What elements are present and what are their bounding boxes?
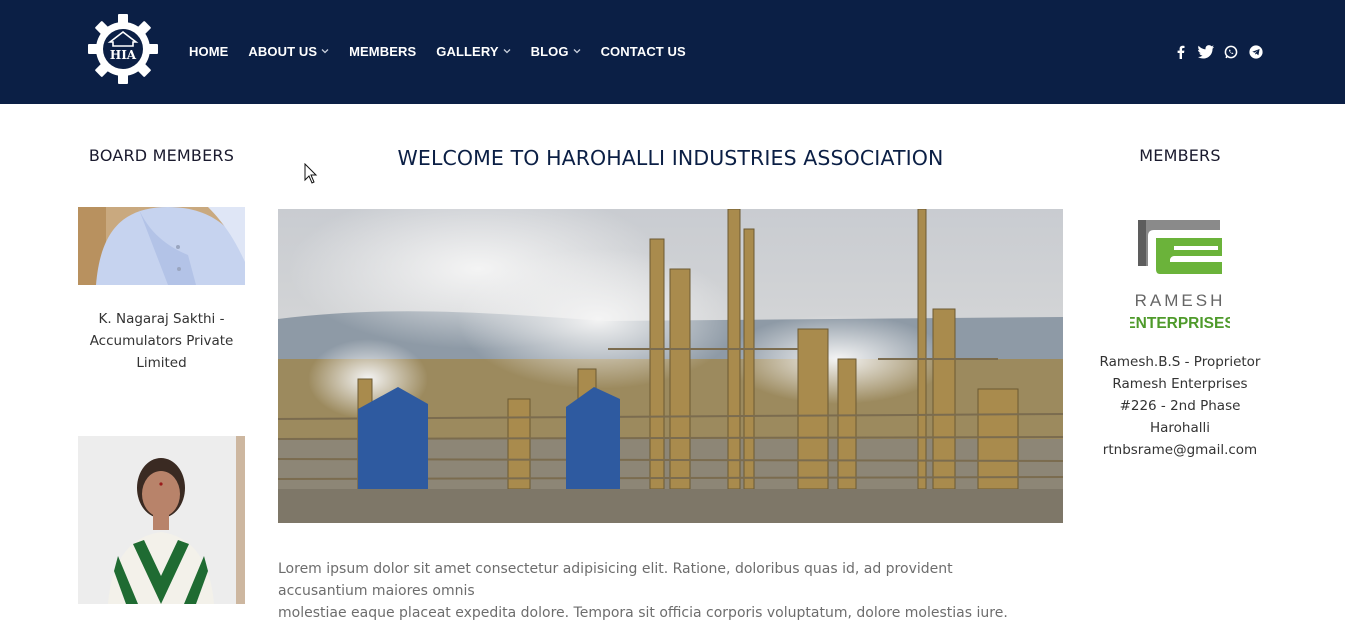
chevron-down-icon [321, 49, 329, 54]
member-details: Ramesh.B.S - Proprietor Ramesh Enterpris… [1090, 351, 1270, 461]
nav-blog[interactable]: BLOG [531, 42, 581, 60]
page-title: WELCOME TO HAROHALLI INDUSTRIES ASSOCIAT… [397, 146, 944, 170]
intro-line-2: molestiae eaque placeat expedita dolore.… [278, 605, 1008, 621]
site-header: HIA HOME ABOUT US MEMBERS GALLERY BLOG C… [0, 0, 1345, 104]
member-address: #226 - 2nd Phase Harohalli [1119, 398, 1241, 436]
nav-contact-us-label: CONTACT US [600, 43, 686, 59]
intro-paragraph: Lorem ipsum dolor sit amet consectetur a… [278, 558, 1038, 621]
social-links [1172, 43, 1264, 60]
member-email[interactable]: rtnbsrame@gmail.com [1090, 439, 1270, 461]
nav-gallery-label: GALLERY [436, 43, 499, 59]
twitter-icon[interactable] [1197, 43, 1214, 60]
main-nav: HOME ABOUT US MEMBERS GALLERY BLOG CONTA… [189, 42, 706, 60]
hero-industrial-image [278, 209, 1063, 523]
logo-word-ramesh: RAMESH [1135, 291, 1226, 310]
mouse-cursor-icon [304, 163, 318, 184]
nav-about-us[interactable]: ABOUT US [248, 42, 329, 60]
board-member-photo-1 [78, 207, 245, 285]
nav-members[interactable]: MEMBERS [349, 42, 416, 60]
board-members-title: BOARD MEMBERS [88, 146, 235, 165]
intro-line-1: Lorem ipsum dolor sit amet consectetur a… [278, 561, 953, 599]
board-member-photo-2 [78, 436, 245, 604]
member-name: Ramesh.B.S - Proprietor [1099, 354, 1261, 370]
nav-members-label: MEMBERS [349, 43, 417, 59]
nav-home[interactable]: HOME [189, 42, 228, 60]
board-member-1-caption: K. Nagaraj Sakthi - Accumulators Private… [78, 308, 245, 374]
ramesh-enterprises-logo[interactable]: RAMESH ENTERPRISES [1130, 216, 1230, 336]
logo-word-enterprises: ENTERPRISES [1130, 315, 1230, 332]
nav-about-us-label: ABOUT US [248, 43, 318, 59]
telegram-icon[interactable] [1247, 43, 1264, 60]
nav-home-label: HOME [189, 43, 229, 59]
caption-line: Accumulators Private [89, 333, 234, 349]
chevron-down-icon [503, 49, 511, 54]
facebook-icon[interactable] [1172, 43, 1189, 60]
caption-line: K. Nagaraj Sakthi - [98, 311, 225, 327]
hia-logo[interactable]: HIA [86, 12, 160, 86]
member-company: Ramesh Enterprises [1112, 376, 1248, 392]
logo-text: HIA [110, 48, 137, 62]
chevron-down-icon [573, 49, 581, 54]
members-title: MEMBERS [1139, 146, 1221, 165]
nav-contact-us[interactable]: CONTACT US [601, 42, 686, 60]
nav-gallery[interactable]: GALLERY [436, 42, 511, 60]
nav-blog-label: BLOG [530, 43, 569, 59]
caption-line: Limited [136, 355, 187, 371]
whatsapp-icon[interactable] [1222, 43, 1239, 60]
